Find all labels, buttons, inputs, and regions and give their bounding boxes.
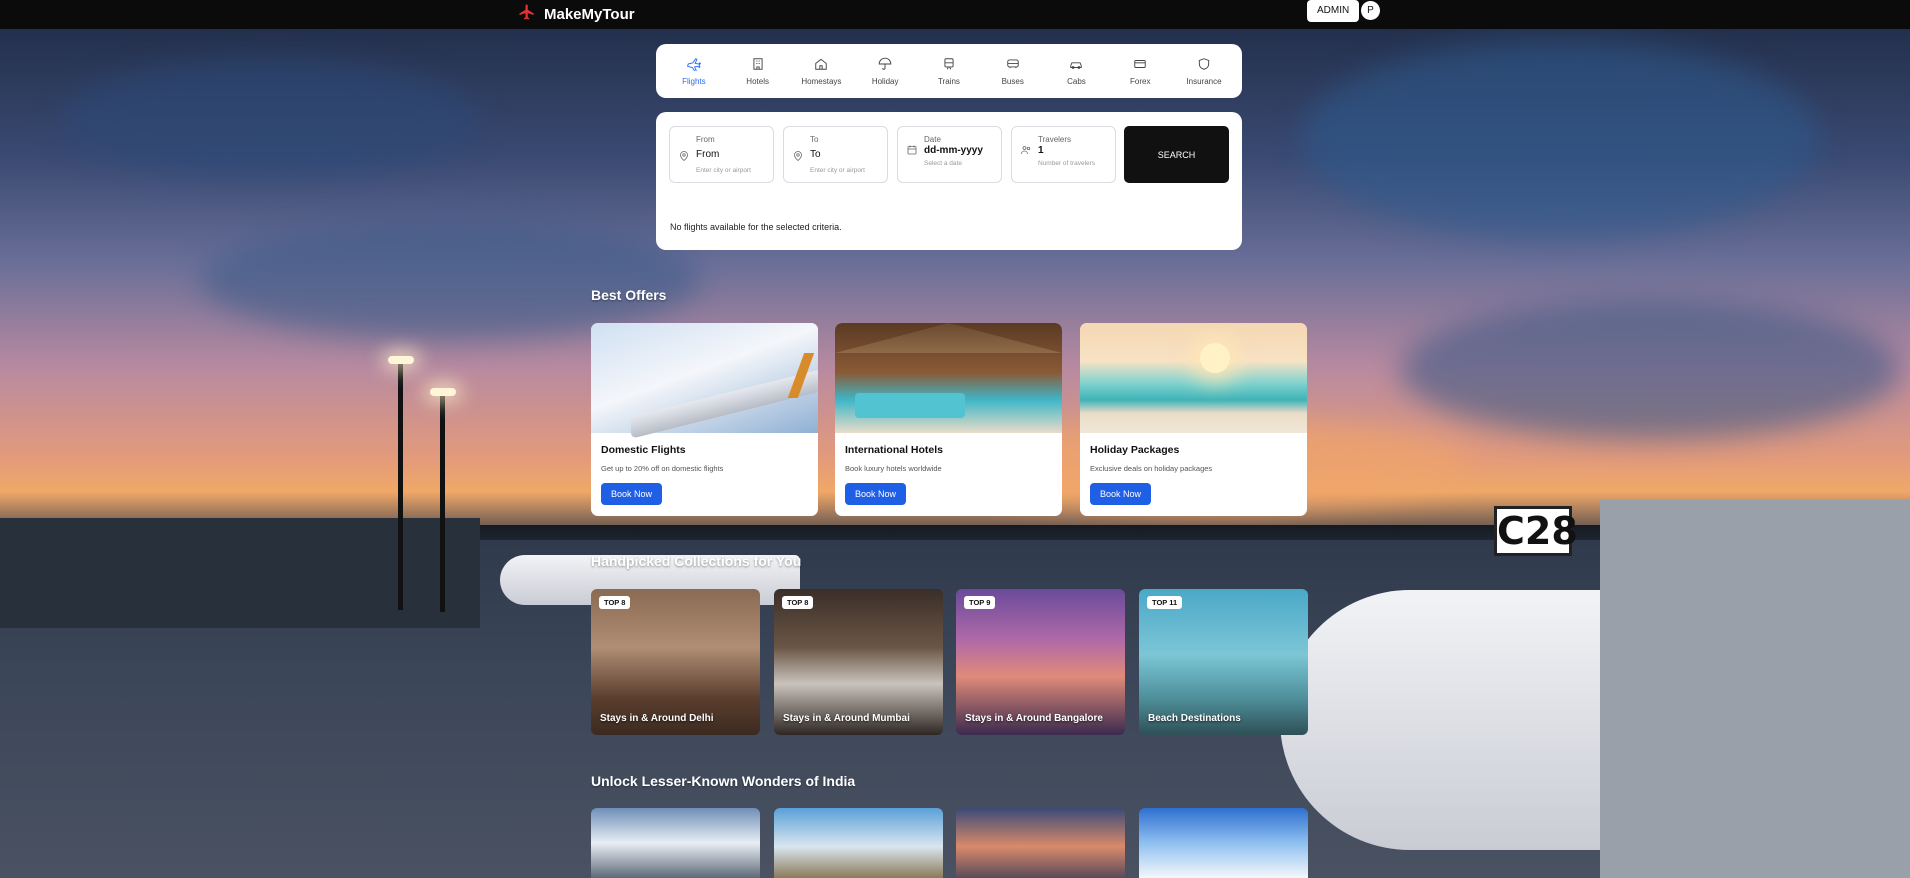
collection-card[interactable]: TOP 11 Beach Destinations [1139,589,1308,735]
wonder-card[interactable] [956,808,1125,878]
tab-insurance[interactable]: Insurance [1176,57,1232,86]
offer-card[interactable]: Domestic Flights Get up to 20% off on do… [591,323,818,516]
tab-cabs[interactable]: Cabs [1048,57,1104,86]
tab-trains[interactable]: Trains [921,57,977,86]
plane-icon [686,57,701,73]
offer-desc: Book luxury hotels worldwide [845,464,942,473]
wonder-card[interactable] [774,808,943,878]
offer-card[interactable]: Holiday Packages Exclusive deals on holi… [1080,323,1307,516]
book-now-button[interactable]: Book Now [601,483,663,505]
to-hint: Enter city or airport [810,167,865,174]
tab-label: Insurance [1186,76,1222,86]
offer-image-beach [1080,323,1307,433]
travelers-input[interactable]: 1 [1038,145,1044,156]
admin-button[interactable]: ADMIN [1307,0,1360,22]
travelers-field[interactable]: Travelers 1 Number of travelers [1011,126,1116,183]
flight-search-form: From From Enter city or airport To To En… [656,112,1242,250]
brand-logo[interactable]: MakeMyTour [518,3,635,25]
from-hint: Enter city or airport [696,167,751,174]
from-field[interactable]: From From Enter city or airport [669,126,774,183]
wonder-card[interactable] [591,808,760,878]
search-button[interactable]: SEARCH [1124,126,1229,183]
tab-label: Trains [937,76,960,86]
location-pin-icon [678,149,690,162]
wonder-card[interactable] [1139,808,1308,878]
collection-title: Stays in & Around Mumbai [783,713,910,724]
train-icon [942,57,956,73]
card-icon [1133,57,1147,73]
offer-card[interactable]: International Hotels Book luxury hotels … [835,323,1062,516]
collection-badge: TOP 8 [782,596,814,609]
umbrella-icon [878,57,892,73]
offer-title: Holiday Packages [1090,444,1180,456]
top-nav-bar: MakeMyTour ADMIN P [0,0,1910,29]
offer-title: Domestic Flights [601,444,686,456]
date-input[interactable]: dd-mm-yyyy [924,145,983,156]
collection-card[interactable]: TOP 8 Stays in & Around Delhi [591,589,760,735]
bus-icon [1006,57,1020,73]
to-input[interactable]: To [810,149,821,160]
car-icon [1069,57,1083,73]
wonders-heading: Unlock Lesser-Known Wonders of India [591,773,856,789]
collection-title: Stays in & Around Bangalore [965,713,1103,724]
home-icon [814,57,828,73]
shield-icon [1197,57,1211,73]
offer-title: International Hotels [845,444,944,456]
collections-heading: Handpicked Collections for You [591,553,802,569]
to-field[interactable]: To To Enter city or airport [783,126,888,183]
tab-buses[interactable]: Buses [985,57,1041,86]
tab-forex[interactable]: Forex [1112,57,1168,86]
tab-homestays[interactable]: Homestays [793,57,849,86]
users-icon [1020,143,1032,155]
from-label: From [696,135,715,144]
collection-title: Stays in & Around Delhi [600,713,714,724]
date-label: Date [924,135,941,144]
collection-badge: TOP 11 [1147,596,1183,609]
from-input[interactable]: From [696,149,719,160]
collection-card[interactable]: TOP 9 Stays in & Around Bangalore [956,589,1125,735]
to-label: To [810,135,819,144]
category-tabs: Flights Hotels Homestays Holiday Trains … [656,44,1242,98]
avatar[interactable]: P [1361,1,1380,20]
collection-title: Beach Destinations [1148,713,1241,724]
location-pin-icon [792,149,804,162]
tab-holiday[interactable]: Holiday [857,57,913,86]
offer-image-wing [591,323,818,439]
book-now-button[interactable]: Book Now [845,483,907,505]
tab-label: Buses [1001,76,1024,86]
date-hint: Select a date [924,160,962,167]
travelers-label: Travelers [1038,135,1072,144]
collection-card[interactable]: TOP 8 Stays in & Around Mumbai [774,589,943,735]
collection-badge: TOP 9 [964,596,996,609]
book-now-button[interactable]: Book Now [1090,483,1152,505]
search-result-message: No flights available for the selected cr… [670,222,842,232]
tab-hotels[interactable]: Hotels [730,57,786,86]
tab-label: Flights [682,76,706,86]
offer-desc: Get up to 20% off on domestic flights [601,464,724,473]
plane-logo-icon [518,3,536,25]
best-offers-heading: Best Offers [591,287,667,303]
tab-label: Holiday [871,76,899,86]
travelers-hint: Number of travelers [1038,160,1096,167]
tab-label: Hotels [746,76,769,86]
collection-badge: TOP 8 [599,596,631,609]
gate-sign: C28 [1494,506,1578,556]
offer-desc: Exclusive deals on holiday packages [1090,464,1213,473]
tab-label: Forex [1130,76,1151,86]
building-icon [751,57,765,73]
date-field[interactable]: Date dd-mm-yyyy Select a date [897,126,1002,183]
calendar-icon [906,143,918,155]
tab-label: Cabs [1067,76,1086,86]
tab-label: Homestays [801,76,842,86]
brand-name: MakeMyTour [544,5,635,23]
offer-image-resort [835,323,1062,433]
tab-flights[interactable]: Flights [666,57,722,86]
